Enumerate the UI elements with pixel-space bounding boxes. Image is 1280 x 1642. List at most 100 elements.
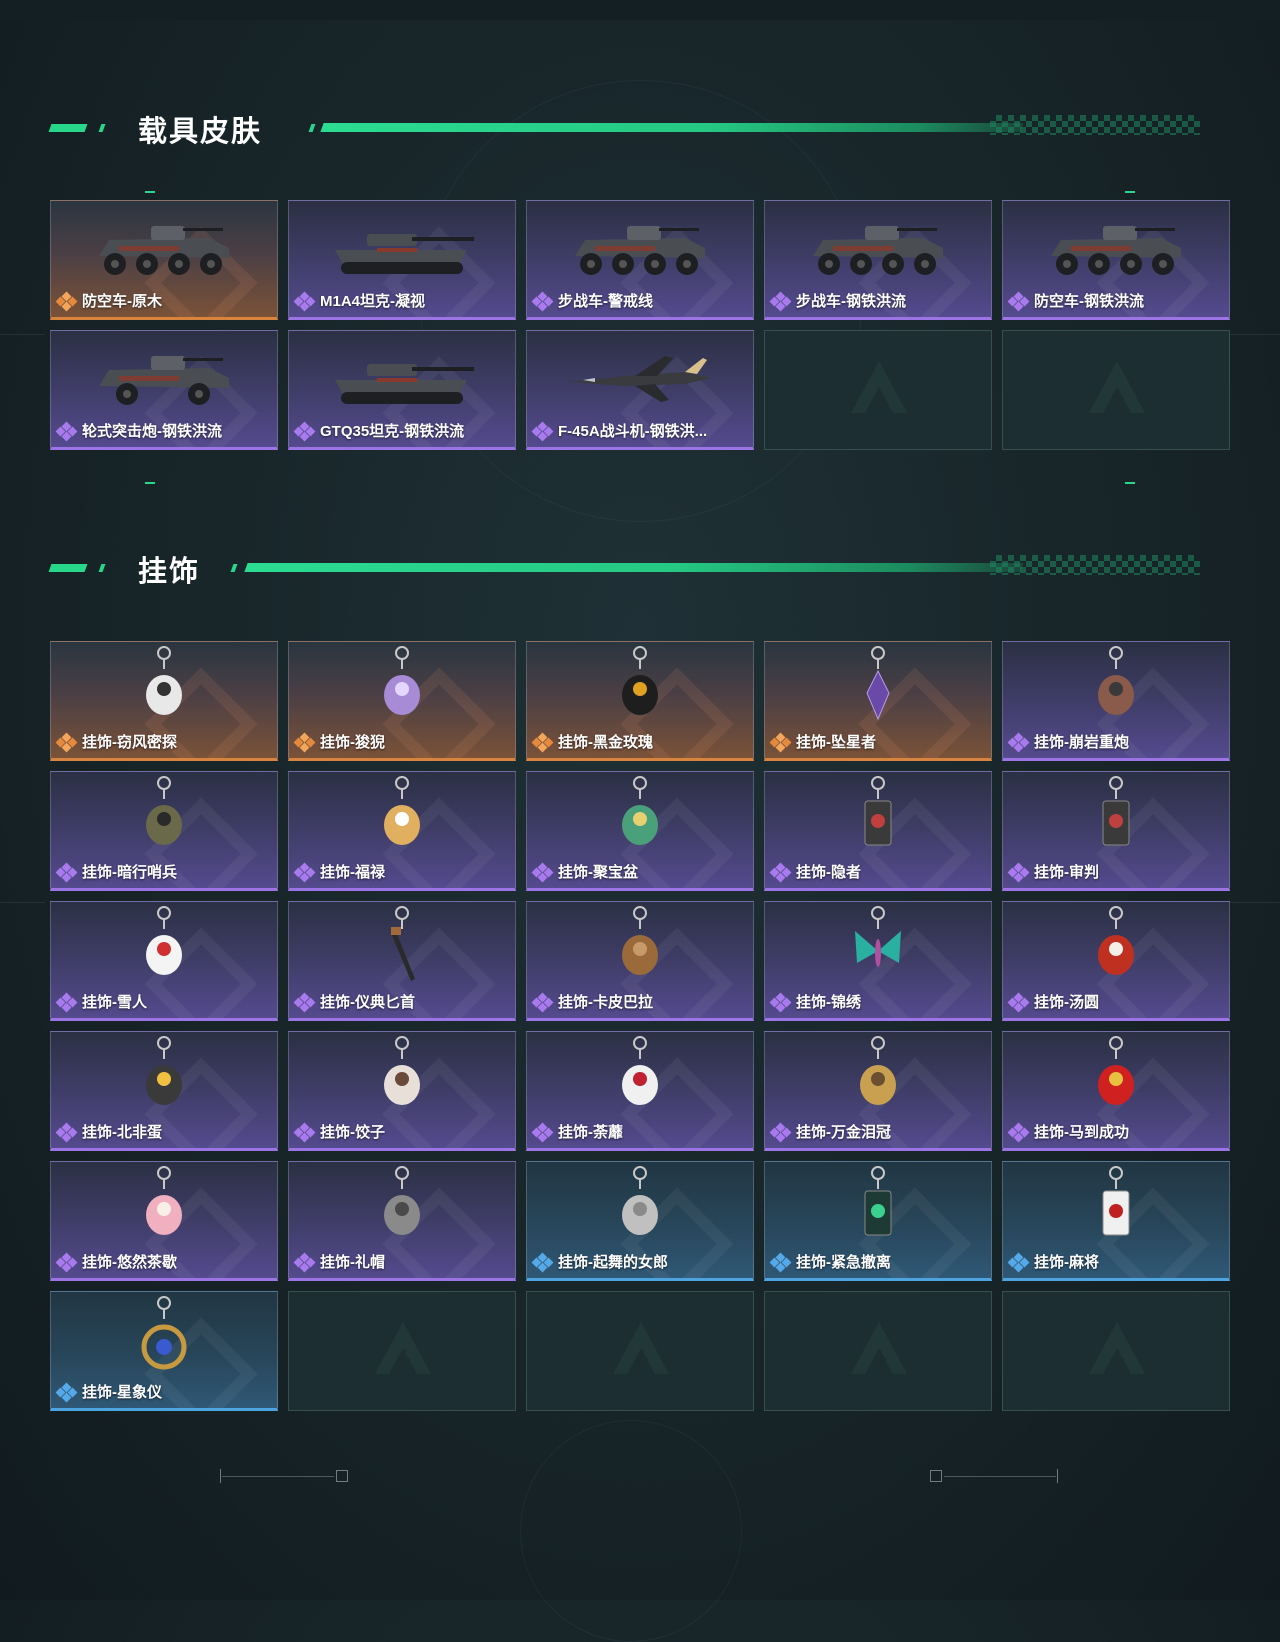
vehicle-skin-card-1[interactable]: 防空车-原木 (50, 200, 278, 320)
item-name: F-45A战斗机-钢铁洪... (558, 423, 708, 440)
item-name: 挂饰-卡皮巴拉 (558, 994, 653, 1011)
vehicle-skin-card-4[interactable]: 步战车-钢铁洪流 (764, 200, 992, 320)
item-label: 防空车-钢铁洪流 (1007, 290, 1144, 311)
side-line (0, 334, 45, 335)
charm-card-7[interactable]: 挂饰-福禄 (288, 771, 516, 891)
item-name: 挂饰-马到成功 (1034, 1124, 1129, 1141)
charm-card-5[interactable]: 挂饰-崩岩重炮 (1002, 641, 1230, 761)
charm-card-6[interactable]: 挂饰-暗行哨兵 (50, 771, 278, 891)
ifv-icon (765, 201, 991, 293)
cupcake-charm-icon (51, 1162, 277, 1254)
footer-line (944, 1476, 1056, 1477)
game-logo-icon (851, 361, 907, 413)
charm-card-11[interactable]: 挂饰-雪人 (50, 901, 278, 1021)
vehicle-skin-card-8[interactable]: F-45A战斗机-钢铁洪... (526, 330, 754, 450)
item-name: 挂饰-狻猊 (320, 734, 385, 751)
header-accent (98, 564, 106, 572)
charm-card-21[interactable]: 挂饰-悠然茶歇 (50, 1161, 278, 1281)
header-accent (308, 124, 316, 132)
item-name: 挂饰-北非蛋 (82, 1124, 162, 1141)
rarity-icon (769, 862, 792, 882)
rarity-icon (293, 992, 316, 1012)
rarity-icon (1007, 291, 1030, 311)
charm-card-20[interactable]: 挂饰-马到成功 (1002, 1031, 1230, 1151)
rarity-icon (1007, 732, 1030, 752)
charm-card-14[interactable]: 挂饰-锦绣 (764, 901, 992, 1021)
armored-car-icon (1003, 201, 1229, 293)
capybara-charm-icon (527, 902, 753, 994)
item-label: 挂饰-汤圆 (1007, 991, 1099, 1012)
section-header-charms: 挂饰 (48, 538, 1200, 598)
item-name: 挂饰-仪典匕首 (320, 994, 415, 1011)
item-label: 挂饰-北非蛋 (55, 1121, 162, 1142)
section-header-vehicle-skins: 载具皮肤 (48, 98, 1200, 158)
item-name: 挂饰-荼蘼 (558, 1124, 623, 1141)
snowman-charm-icon (51, 902, 277, 994)
rarity-icon (769, 291, 792, 311)
section-title: 载具皮肤 (138, 116, 263, 148)
charm-card-3[interactable]: 挂饰-黑金玫瑰 (526, 641, 754, 761)
charm-card-12[interactable]: 挂饰-仪典匕首 (288, 901, 516, 1021)
charm-card-17[interactable]: 挂饰-饺子 (288, 1031, 516, 1151)
game-logo-icon (1089, 1322, 1145, 1374)
vehicle-skin-card-6[interactable]: 轮式突击炮-钢铁洪流 (50, 330, 278, 450)
charm-card-10[interactable]: 挂饰-审判 (1002, 771, 1230, 891)
charm-card-15[interactable]: 挂饰-汤圆 (1002, 901, 1230, 1021)
item-label: 挂饰-暗行哨兵 (55, 861, 177, 882)
item-label: 挂饰-崩岩重炮 (1007, 731, 1129, 752)
item-name: 挂饰-福禄 (320, 864, 385, 881)
item-name: 挂饰-汤圆 (1034, 994, 1099, 1011)
footer-line (222, 1476, 334, 1477)
charm-card-25[interactable]: 挂饰-麻将 (1002, 1161, 1230, 1281)
charm-card-13[interactable]: 挂饰-卡皮巴拉 (526, 901, 754, 1021)
item-label: 挂饰-卡皮巴拉 (531, 991, 653, 1012)
item-name: M1A4坦克-凝视 (320, 293, 426, 310)
item-name: 挂饰-审判 (1034, 864, 1099, 881)
rarity-icon (55, 1382, 78, 1402)
charm-card-24[interactable]: 挂饰-紧急撤离 (764, 1161, 992, 1281)
tarot-card-charm-icon (765, 772, 991, 864)
vehicle-skin-card-7[interactable]: GTQ35坦克-钢铁洪流 (288, 330, 516, 450)
vehicle-skin-card-5[interactable]: 防空车-钢铁洪流 (1002, 200, 1230, 320)
charm-card-2[interactable]: 挂饰-狻猊 (288, 641, 516, 761)
footer-square (336, 1470, 348, 1482)
item-name: 挂饰-悠然茶歇 (82, 1254, 177, 1271)
charm-card-9[interactable]: 挂饰-隐者 (764, 771, 992, 891)
tank-icon (289, 331, 515, 423)
item-label: 挂饰-福禄 (293, 861, 385, 882)
vehicle-skin-card-2[interactable]: M1A4坦克-凝视 (288, 200, 516, 320)
charm-card-19[interactable]: 挂饰-万金泪冠 (764, 1031, 992, 1151)
charm-card-23[interactable]: 挂饰-起舞的女郎 (526, 1161, 754, 1281)
item-label: 挂饰-起舞的女郎 (531, 1251, 668, 1272)
rarity-icon (531, 1122, 554, 1142)
item-label: 挂饰-饺子 (293, 1121, 385, 1142)
charm-card-16[interactable]: 挂饰-北非蛋 (50, 1031, 278, 1151)
rabbit-charm-icon (51, 642, 277, 734)
empty-slot (764, 330, 992, 450)
footer-tick (1057, 1469, 1058, 1483)
item-name: GTQ35坦克-钢铁洪流 (320, 423, 465, 440)
crown-charm-icon (765, 1032, 991, 1124)
horse-charm-icon (1003, 1032, 1229, 1124)
item-name: 步战车-钢铁洪流 (796, 293, 906, 310)
rarity-icon (293, 291, 316, 311)
charm-card-1[interactable]: 挂饰-窃风密探 (50, 641, 278, 761)
charm-card-26[interactable]: 挂饰-星象仪 (50, 1291, 278, 1411)
item-label: 挂饰-狻猊 (293, 731, 385, 752)
item-name: 挂饰-万金泪冠 (796, 1124, 891, 1141)
charm-card-18[interactable]: 挂饰-荼蘼 (526, 1031, 754, 1151)
charm-card-8[interactable]: 挂饰-聚宝盆 (526, 771, 754, 891)
tank-icon (289, 201, 515, 293)
item-label: 挂饰-紧急撤离 (769, 1251, 891, 1272)
header-accent (230, 564, 238, 572)
footer-square (930, 1470, 942, 1482)
rarity-icon (1007, 1122, 1030, 1142)
charm-card-4[interactable]: 挂饰-坠星者 (764, 641, 992, 761)
flower-charm-icon (527, 1032, 753, 1124)
rarity-icon (531, 421, 554, 441)
crystal-charm-icon (765, 642, 991, 734)
header-checker-pattern (990, 555, 1200, 575)
vehicle-skin-card-3[interactable]: 步战车-警戒线 (526, 200, 754, 320)
section-title: 挂饰 (138, 556, 201, 588)
charm-card-22[interactable]: 挂饰-礼帽 (288, 1161, 516, 1281)
